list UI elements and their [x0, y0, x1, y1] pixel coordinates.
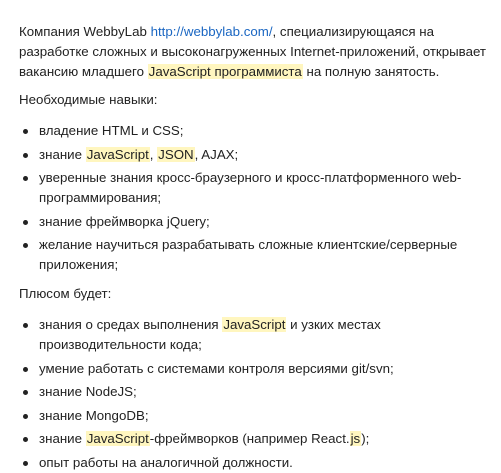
- bullet-icon: [23, 390, 28, 395]
- intro-company-prefix: Компания WebbyLab: [19, 24, 151, 39]
- bullet-icon: [23, 219, 28, 225]
- list-item: знание фреймворка jQuery;: [19, 212, 489, 232]
- list-item-prefix: знание: [39, 146, 86, 162]
- list-item: умение работать с системами контроля вер…: [19, 359, 489, 379]
- list-item: желание научиться разрабатывать сложные …: [19, 235, 489, 275]
- list-item-text: желание научиться разрабатывать сложные …: [39, 237, 458, 272]
- list-item-text: знание MongoDB;: [39, 407, 149, 423]
- list-item-text: опыт работы на аналогичной должности.: [39, 454, 293, 470]
- highlight-javascript: JavaScript: [85, 146, 150, 162]
- list-item-text: владение HTML и CSS;: [39, 123, 184, 138]
- list-item-suffix: , AJAX;: [194, 146, 239, 162]
- list-item: знания о средах выполнения JavaScript и …: [19, 315, 489, 355]
- job-posting: Компания WebbyLab http://webbylab.com/ , …: [0, 0, 501, 470]
- list-item-text: уверенные знания кросс-браузерного и кро…: [39, 170, 462, 205]
- highlight-js: js: [349, 431, 362, 446]
- pluses-heading: Плюсом будет:: [19, 286, 112, 301]
- skills-heading: Необходимые навыки:: [19, 92, 158, 107]
- list-item: знание JavaScript, JSON, AJAX;: [19, 145, 489, 165]
- list-item: владение HTML и CSS;: [19, 121, 489, 141]
- skills-list: владение HTML и CSS; знание JavaScript, …: [19, 121, 489, 275]
- list-item: знание MongoDB;: [19, 406, 489, 426]
- bullet-icon: [23, 243, 28, 248]
- list-item-mid: -фреймворков (например React.: [149, 431, 350, 446]
- list-item: знание JavaScript-фреймворков (например …: [19, 429, 489, 449]
- company-website-link[interactable]: http://webbylab.com/: [151, 24, 273, 39]
- intro-paragraph: Компания WebbyLab http://webbylab.com/, …: [19, 22, 489, 82]
- highlight-json: JSON: [157, 146, 195, 162]
- pluses-list: знания о средах выполнения JavaScript и …: [19, 315, 489, 473]
- list-item-text: умение работать с системами контроля вер…: [39, 360, 394, 376]
- bullet-icon: [23, 413, 28, 419]
- highlight-javascript: JavaScript: [222, 317, 287, 332]
- bullet-icon: [23, 129, 28, 134]
- list-item: опыт работы на аналогичной должности.: [19, 453, 489, 473]
- intro-text-end: на полную занятость.: [302, 64, 440, 79]
- list-item: знание NodeJS;: [19, 382, 489, 402]
- highlight-javascript: JavaScript: [85, 431, 150, 446]
- bullet-icon: [23, 323, 28, 328]
- list-item-prefix: знания о средах выполнения: [39, 317, 223, 332]
- bullet-icon: [23, 176, 28, 181]
- bullet-icon: [23, 152, 28, 158]
- list-item-text: знание фреймворка jQuery;: [39, 213, 210, 229]
- list-item-text: знание NodeJS;: [39, 384, 137, 399]
- bullet-icon: [23, 437, 28, 442]
- list-item-suffix: );: [361, 431, 370, 446]
- list-item-prefix: знание: [39, 431, 86, 446]
- bullet-icon: [23, 460, 28, 466]
- highlight-javascript-programmer: JavaScript программиста: [147, 64, 303, 79]
- bullet-icon: [23, 366, 28, 372]
- list-item: уверенные знания кросс-браузерного и кро…: [19, 168, 489, 208]
